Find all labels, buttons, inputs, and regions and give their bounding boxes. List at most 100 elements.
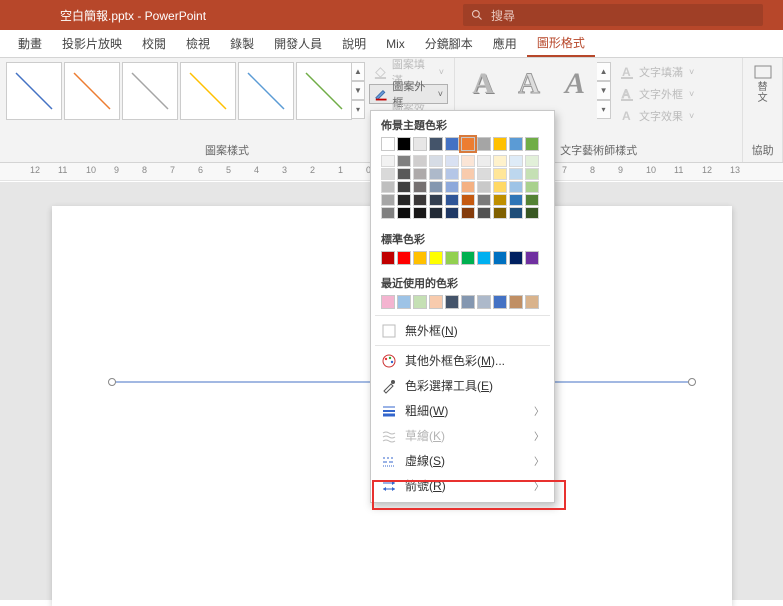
color-swatch[interactable]: [525, 251, 539, 265]
color-swatch[interactable]: [413, 155, 427, 167]
color-swatch[interactable]: [413, 168, 427, 180]
color-swatch[interactable]: [381, 137, 395, 151]
eyedropper-item[interactable]: 色彩選擇工具(E): [371, 373, 554, 398]
color-swatch[interactable]: [525, 181, 539, 193]
color-swatch[interactable]: [461, 181, 475, 193]
color-swatch[interactable]: [461, 168, 475, 180]
tab-3[interactable]: 檢視: [176, 30, 220, 57]
color-swatch[interactable]: [429, 295, 443, 309]
color-swatch[interactable]: [477, 295, 491, 309]
color-swatch[interactable]: [509, 207, 523, 219]
color-swatch[interactable]: [461, 251, 475, 265]
color-swatch[interactable]: [509, 155, 523, 167]
color-swatch[interactable]: [493, 207, 507, 219]
color-swatch[interactable]: [445, 181, 459, 193]
text-fill-button[interactable]: A 文字填滿˅: [615, 62, 698, 82]
color-swatch[interactable]: [429, 181, 443, 193]
wordart-thumb[interactable]: A: [461, 62, 505, 106]
color-swatch[interactable]: [413, 295, 427, 309]
more-colors-item[interactable]: 其他外框色彩(M)...: [371, 348, 554, 373]
weight-item[interactable]: 粗細(W) 〉: [371, 398, 554, 423]
color-swatch[interactable]: [381, 155, 395, 167]
text-effects-button[interactable]: A 文字效果˅: [615, 106, 698, 126]
color-swatch[interactable]: [445, 137, 459, 151]
color-swatch[interactable]: [397, 251, 411, 265]
color-swatch[interactable]: [509, 295, 523, 309]
color-swatch[interactable]: [381, 295, 395, 309]
color-swatch[interactable]: [493, 251, 507, 265]
color-swatch[interactable]: [429, 194, 443, 206]
shape-style-thumb[interactable]: [296, 62, 352, 120]
color-swatch[interactable]: [477, 155, 491, 167]
gallery-more-icon[interactable]: ▾: [352, 100, 365, 119]
color-swatch[interactable]: [461, 295, 475, 309]
color-swatch[interactable]: [381, 168, 395, 180]
wordart-thumb[interactable]: A: [553, 62, 597, 106]
color-swatch[interactable]: [397, 181, 411, 193]
tab-4[interactable]: 錄製: [220, 30, 264, 57]
shape-style-thumb[interactable]: [180, 62, 236, 120]
color-swatch[interactable]: [429, 168, 443, 180]
line-handle-end[interactable]: [688, 378, 696, 386]
color-swatch[interactable]: [413, 207, 427, 219]
wordart-spinner[interactable]: ▲▼▾: [597, 62, 611, 119]
color-swatch[interactable]: [525, 137, 539, 151]
line-handle-start[interactable]: [108, 378, 116, 386]
color-swatch[interactable]: [413, 251, 427, 265]
sketched-item[interactable]: 草繪(K) 〉: [371, 423, 554, 448]
color-swatch[interactable]: [493, 137, 507, 151]
color-swatch[interactable]: [509, 181, 523, 193]
tab-10[interactable]: 圖形格式: [527, 30, 595, 57]
color-swatch[interactable]: [493, 194, 507, 206]
gallery-down-icon[interactable]: ▼: [352, 81, 365, 100]
color-swatch[interactable]: [525, 155, 539, 167]
color-swatch[interactable]: [477, 207, 491, 219]
color-swatch[interactable]: [381, 181, 395, 193]
color-swatch[interactable]: [509, 251, 523, 265]
color-swatch[interactable]: [461, 194, 475, 206]
alt-text-button[interactable]: 替文: [753, 62, 773, 104]
shape-style-thumb[interactable]: [122, 62, 178, 120]
color-swatch[interactable]: [461, 155, 475, 167]
color-swatch[interactable]: [509, 137, 523, 151]
color-swatch[interactable]: [397, 137, 411, 151]
color-swatch[interactable]: [477, 194, 491, 206]
color-swatch[interactable]: [429, 137, 443, 151]
color-swatch[interactable]: [477, 181, 491, 193]
color-swatch[interactable]: [381, 207, 395, 219]
color-swatch[interactable]: [397, 155, 411, 167]
color-swatch[interactable]: [445, 207, 459, 219]
wordart-thumb[interactable]: A: [507, 62, 551, 106]
color-swatch[interactable]: [525, 168, 539, 180]
color-swatch[interactable]: [525, 194, 539, 206]
color-swatch[interactable]: [509, 168, 523, 180]
tab-6[interactable]: 說明: [332, 30, 376, 57]
color-swatch[interactable]: [493, 181, 507, 193]
color-swatch[interactable]: [509, 194, 523, 206]
tab-2[interactable]: 校閱: [132, 30, 176, 57]
color-swatch[interactable]: [493, 295, 507, 309]
color-swatch[interactable]: [445, 251, 459, 265]
tab-7[interactable]: Mix: [376, 30, 415, 57]
color-swatch[interactable]: [477, 168, 491, 180]
shape-style-thumb[interactable]: [238, 62, 294, 120]
search-box[interactable]: 搜尋: [463, 4, 763, 26]
color-swatch[interactable]: [397, 295, 411, 309]
shape-style-thumb[interactable]: [64, 62, 120, 120]
color-swatch[interactable]: [461, 207, 475, 219]
tab-9[interactable]: 應用: [483, 30, 527, 57]
color-swatch[interactable]: [429, 207, 443, 219]
color-swatch[interactable]: [397, 168, 411, 180]
color-swatch[interactable]: [397, 194, 411, 206]
tab-0[interactable]: 動畫: [8, 30, 52, 57]
color-swatch[interactable]: [445, 194, 459, 206]
text-outline-button[interactable]: A 文字外框˅: [615, 84, 698, 104]
color-swatch[interactable]: [477, 137, 491, 151]
color-swatch[interactable]: [381, 251, 395, 265]
color-swatch[interactable]: [525, 207, 539, 219]
color-swatch[interactable]: [413, 137, 427, 151]
color-swatch[interactable]: [397, 207, 411, 219]
dashes-item[interactable]: 虛線(S) 〉: [371, 448, 554, 473]
color-swatch[interactable]: [445, 155, 459, 167]
color-swatch[interactable]: [429, 155, 443, 167]
